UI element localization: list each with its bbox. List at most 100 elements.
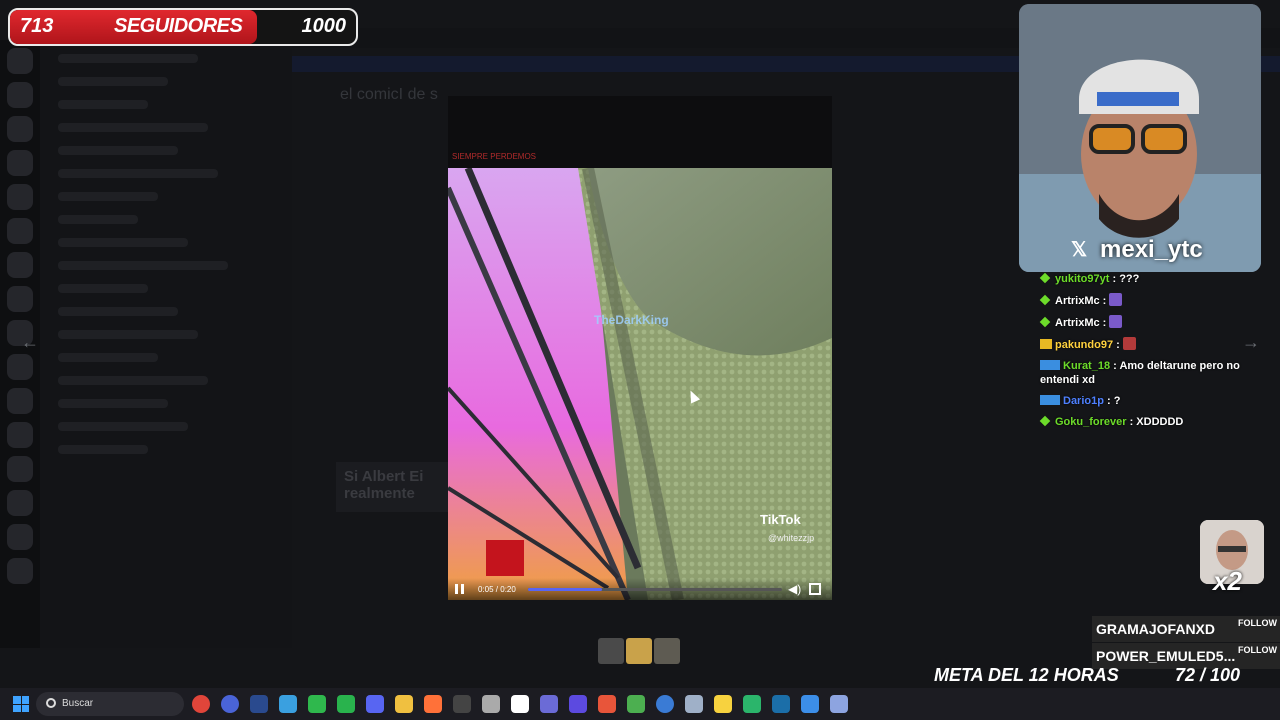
server-icon[interactable] (7, 116, 33, 142)
chat-username[interactable]: Goku_forever (1055, 416, 1127, 428)
channel-item[interactable] (58, 261, 228, 270)
shield-icon[interactable] (569, 695, 587, 713)
chat-message: pakundo97 : (1040, 337, 1272, 352)
windows-start-icon[interactable] (13, 696, 29, 712)
follow-tag: FOLLOW (1238, 618, 1277, 628)
diamond-badge-icon (1039, 415, 1051, 427)
follower-name: GRAMAJOFANXD (1096, 621, 1216, 637)
channel-item[interactable] (58, 54, 198, 63)
sticky-notes-icon[interactable] (714, 695, 732, 713)
search-input[interactable]: Buscar (36, 692, 184, 716)
video-progress-bar[interactable] (528, 588, 782, 591)
image-icon[interactable] (656, 695, 674, 713)
channel-item[interactable] (58, 284, 148, 293)
channel-item[interactable] (58, 238, 188, 247)
chat-username[interactable]: ArtrixMc (1055, 295, 1100, 307)
channel-item[interactable] (58, 307, 178, 316)
goal-count: 72 / 100 (1175, 665, 1241, 685)
telegram-icon[interactable] (279, 695, 297, 713)
crown-badge-icon (1040, 339, 1052, 349)
folder-icon[interactable] (395, 695, 413, 713)
maps-icon[interactable] (627, 695, 645, 713)
server-icon[interactable] (7, 286, 33, 312)
server-icon[interactable] (7, 422, 33, 448)
steam-icon[interactable] (772, 695, 790, 713)
video-player[interactable]: TheDarkKing TikTok @whitezzjp (448, 168, 832, 600)
channel-item[interactable] (58, 330, 198, 339)
webcam-feed (1019, 4, 1261, 272)
channel-item[interactable] (58, 77, 168, 86)
chat-text: : ??? (1109, 273, 1140, 285)
photoshop-icon[interactable] (250, 695, 268, 713)
channel-item[interactable] (58, 376, 208, 385)
prime-badge-icon (1040, 395, 1060, 405)
search-placeholder: Buscar (62, 698, 94, 709)
chat-message: Dario1p : ? (1040, 394, 1272, 408)
obs-icon[interactable] (540, 695, 558, 713)
server-icon[interactable] (7, 456, 33, 482)
vscode-icon[interactable] (801, 695, 819, 713)
line-icon[interactable] (308, 695, 326, 713)
channel-item[interactable] (58, 445, 148, 454)
thumbnail[interactable] (654, 638, 680, 664)
chat-username[interactable]: yukito97yt (1055, 273, 1109, 285)
chat-text: : (1113, 339, 1123, 351)
chat-text: : (1099, 295, 1110, 307)
stream-screen: el comicI de s Si Albert Ei realmente ← … (0, 0, 1280, 720)
discord-icon[interactable] (366, 695, 384, 713)
server-icon[interactable] (7, 218, 33, 244)
taskbar: Buscar (0, 688, 1280, 720)
server-icon[interactable] (7, 490, 33, 516)
channel-item[interactable] (58, 399, 168, 408)
channel-item[interactable] (58, 192, 158, 201)
follow-alert: GRAMAJOFANXD FOLLOW (1092, 616, 1280, 642)
server-icon[interactable] (7, 184, 33, 210)
server-icon[interactable] (7, 252, 33, 278)
follow-tag: FOLLOW (1238, 645, 1277, 655)
whatsapp-icon[interactable] (337, 695, 355, 713)
roblox-icon[interactable] (482, 695, 500, 713)
channel-item[interactable] (58, 215, 138, 224)
channel-item[interactable] (58, 100, 148, 109)
volume-icon[interactable]: ◀) (788, 582, 801, 596)
chrome-icon[interactable] (192, 695, 210, 713)
thumbnail[interactable] (598, 638, 624, 664)
chat-message: ArtrixMc : (1039, 315, 1272, 330)
chat-username[interactable]: pakundo97 (1055, 339, 1113, 351)
chat-username[interactable]: Kurat_18 (1063, 360, 1110, 372)
thumbnail[interactable] (626, 638, 652, 664)
firefox-icon[interactable] (424, 695, 442, 713)
server-icon[interactable] (7, 82, 33, 108)
diamond-badge-icon (1039, 272, 1051, 284)
sync-icon[interactable] (830, 695, 848, 713)
server-icon[interactable] (7, 48, 33, 74)
tiktok-logo: TikTok (760, 512, 801, 527)
chat-username[interactable]: Dario1p (1063, 395, 1104, 407)
capcut-icon[interactable] (511, 695, 529, 713)
epic-icon[interactable] (453, 695, 471, 713)
channel-item[interactable] (58, 123, 208, 132)
fullscreen-icon[interactable] (809, 583, 821, 595)
brave-icon[interactable] (598, 695, 616, 713)
taskbar-app-icons (192, 695, 848, 713)
follower-goal-bar: 713 SEGUIDORES 1000 (8, 8, 358, 46)
channel-item[interactable] (58, 353, 158, 362)
emote-icon (1109, 293, 1123, 306)
channel-item[interactable] (58, 146, 178, 155)
chat-message: ArtrixMc : (1039, 293, 1272, 308)
pause-icon[interactable] (455, 584, 464, 594)
server-icon[interactable] (7, 150, 33, 176)
chat-text: : ? (1103, 395, 1121, 407)
chat-message: yukito97yt : ??? (1039, 272, 1272, 286)
server-icon[interactable] (7, 354, 33, 380)
edit-icon[interactable] (685, 695, 703, 713)
previous-arrow-icon[interactable]: ← (17, 332, 43, 356)
vivaldi-icon[interactable] (221, 695, 239, 713)
channel-item[interactable] (58, 422, 188, 431)
server-icon[interactable] (7, 558, 33, 584)
channel-item[interactable] (58, 169, 218, 178)
chat-username[interactable]: ArtrixMc (1055, 317, 1100, 329)
server-icon[interactable] (7, 524, 33, 550)
server-icon[interactable] (7, 388, 33, 414)
chat-icon[interactable] (743, 695, 761, 713)
